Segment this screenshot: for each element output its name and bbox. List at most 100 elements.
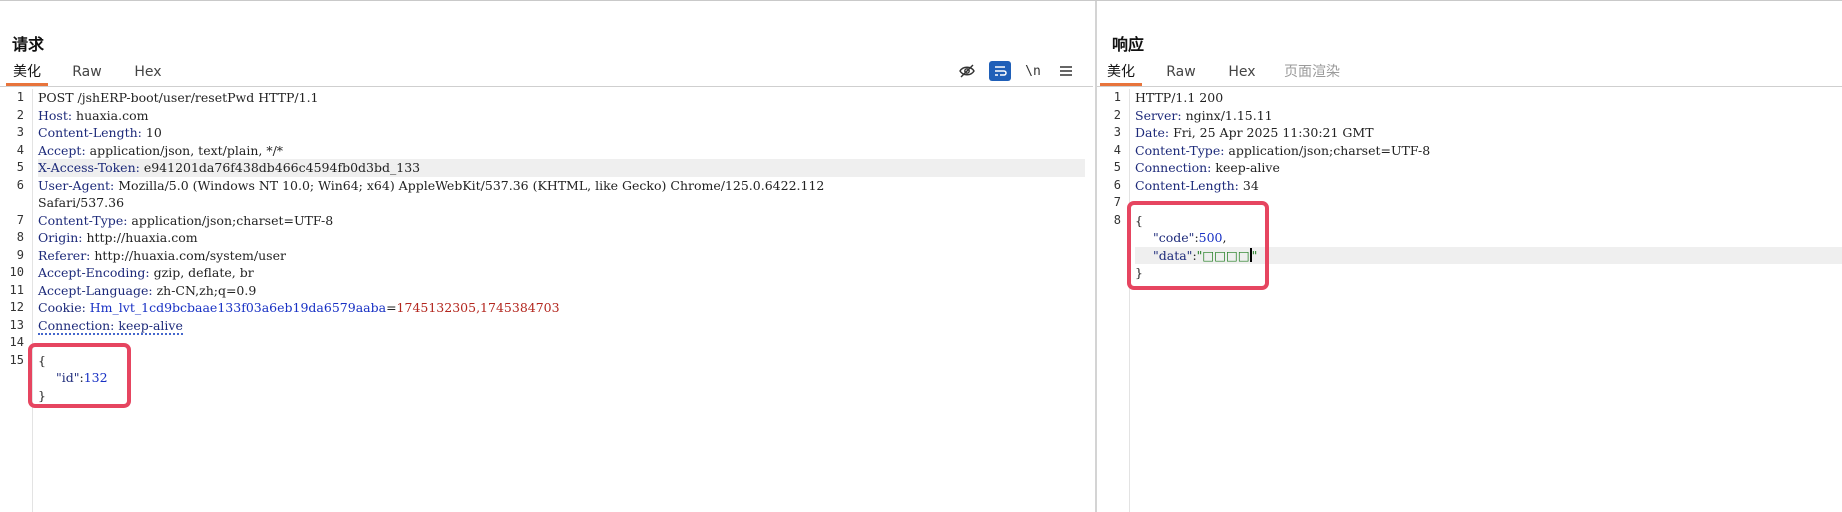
cookie-value: 1745132305,1745384703: [396, 300, 560, 315]
cookie-equals: =: [386, 300, 397, 315]
header-key: Cookie:: [38, 300, 86, 315]
body-close-brace: }: [38, 387, 46, 403]
line-number: 15: [9, 352, 24, 367]
word-wrap-icon[interactable]: [989, 61, 1011, 81]
header-value: nginx/1.15.11: [1181, 107, 1273, 123]
request-line-text: POST /jshERP-boot/user/resetPwd HTTP/1.1: [38, 90, 319, 105]
line-number: 14: [9, 335, 24, 349]
line-number: 3: [16, 125, 24, 139]
header-line: Connection: keep-alive: [38, 317, 1085, 335]
header-value: zh-CN,zh;q=0.9: [152, 282, 257, 298]
body-id-line: "id":132: [38, 369, 1085, 387]
header-line: Host: huaxia.com: [38, 107, 1085, 125]
header-key: Content-Type:: [38, 212, 128, 228]
header-value: application/json;charset=UTF-8: [127, 212, 334, 228]
line-number: 13: [9, 317, 24, 332]
line-number: 12: [9, 300, 24, 314]
header-value: application/json;charset=UTF-8: [1224, 142, 1431, 158]
request-tab-hex[interactable]: Hex: [128, 61, 168, 85]
header-key: Accept-Language:: [38, 282, 153, 298]
line-number: 9: [16, 247, 24, 262]
header-key: Origin:: [38, 230, 83, 245]
response-tab-raw[interactable]: Raw: [1160, 61, 1202, 85]
header-line: Accept-Encoding: gzip, deflate, br: [38, 264, 1085, 282]
newline-toggle-button[interactable]: \n: [1022, 61, 1044, 81]
line-number: 4: [16, 142, 24, 157]
header-value-wrap: Safari/537.36: [38, 195, 125, 210]
header-value: Mozilla/5.0 (Windows NT 10.0; Win64; x64…: [114, 177, 825, 193]
header-line: Date: Fri, 25 Apr 2025 11:30:21 GMT: [1135, 124, 1832, 142]
header-key: Connection:: [1135, 160, 1212, 175]
response-line-gutter: 1 2 3 4 5 6 7 8: [1097, 89, 1130, 512]
response-body-highlight-box: [1127, 201, 1269, 290]
header-line: Referer: http://huaxia.com/system/user: [38, 247, 1085, 265]
header-line: Content-Type: application/json;charset=U…: [38, 212, 1085, 230]
request-pane: 请求 美化 Raw Hex \n 1 2 3 4 5 6 7 8 9 10 11: [0, 1, 1095, 512]
header-line: Accept: application/json, text/plain, */…: [38, 142, 1085, 160]
header-value: gzip, deflate, br: [149, 265, 254, 280]
header-key: Content-Length:: [1135, 177, 1239, 193]
line-number: 10: [9, 265, 24, 279]
line-number: 8: [16, 230, 24, 244]
status-line-text: HTTP/1.1 200: [1135, 90, 1224, 105]
response-editor[interactable]: 1 2 3 4 5 6 7 8 HTTP/1.1 200 Server: ngi…: [1097, 89, 1842, 512]
header-key: Content-Length:: [38, 125, 142, 140]
header-line: Server: nginx/1.15.11: [1135, 107, 1832, 125]
hamburger-menu-icon[interactable]: [1055, 61, 1077, 81]
request-toolbar: \n: [945, 60, 1077, 82]
header-line: Accept-Language: zh-CN,zh;q=0.9: [38, 282, 1085, 300]
request-editor[interactable]: 1 2 3 4 5 6 7 8 9 10 11 12 13 14 15 POST…: [0, 89, 1095, 512]
header-value: keep-alive: [1211, 160, 1280, 175]
header-value: 10: [141, 125, 162, 140]
request-tab-divider: [0, 86, 1093, 87]
header-value: http://huaxia.com: [82, 230, 198, 245]
header-line: Connection: keep-alive: [1135, 159, 1832, 177]
line-number: 5: [1113, 160, 1121, 174]
line-number: 7: [16, 212, 24, 227]
header-value: 34: [1238, 177, 1259, 193]
response-pane: 响应 美化 Raw Hex 页面渲染 1 2 3 4 5 6 7 8 HTTP/…: [1097, 1, 1842, 512]
request-title: 请求: [12, 35, 45, 54]
header-key: User-Agent:: [38, 177, 115, 193]
header-key: Accept:: [38, 142, 86, 158]
request-tab-raw[interactable]: Raw: [66, 61, 108, 85]
header-line: Content-Type: application/json;charset=U…: [1135, 142, 1832, 160]
header-line: User-Agent: Mozilla/5.0 (Windows NT 10.0…: [38, 177, 1085, 195]
header-value: Fri, 25 Apr 2025 11:30:21 GMT: [1169, 125, 1374, 140]
status-line: HTTP/1.1 200: [1135, 89, 1832, 107]
line-number: 1: [1113, 90, 1121, 104]
line-number: 2: [1113, 107, 1121, 122]
request-tab-pretty[interactable]: 美化: [6, 61, 48, 86]
header-value: application/json, text/plain, */*: [85, 142, 284, 158]
header-line: Origin: http://huaxia.com: [38, 229, 1085, 247]
header-key: Content-Type:: [1135, 142, 1225, 158]
header-key: Connection: keep-alive: [38, 317, 183, 335]
response-tab-pretty[interactable]: 美化: [1100, 61, 1142, 86]
line-number: 11: [9, 282, 24, 297]
body-open-brace: {: [38, 352, 46, 368]
header-line-highlighted: X-Access-Token: e941201da76f438db466c459…: [38, 159, 1085, 177]
line-number: 6: [16, 177, 24, 192]
line-number: 4: [1113, 142, 1121, 157]
line-number: 8: [1113, 212, 1121, 227]
line-number: 6: [1113, 177, 1121, 192]
line-number: 2: [16, 107, 24, 122]
header-key: Server:: [1135, 107, 1182, 123]
response-tab-render[interactable]: 页面渲染: [1279, 61, 1345, 85]
cookie-name: Hm_lvt_1cd9bcbaae133f03a6eb19da6579aaba: [89, 300, 387, 315]
line-number: 5: [16, 160, 24, 174]
eye-off-icon[interactable]: [956, 61, 978, 81]
header-key: Accept-Encoding:: [38, 265, 150, 280]
header-key: Referer:: [38, 247, 91, 263]
header-value: huaxia.com: [72, 107, 149, 123]
response-tab-hex[interactable]: Hex: [1222, 61, 1262, 85]
line-number: 3: [1113, 125, 1121, 139]
header-line: Content-Length: 10: [38, 124, 1085, 142]
line-number: 7: [1113, 195, 1121, 209]
request-line-gutter: 1 2 3 4 5 6 7 8 9 10 11 12 13 14 15: [0, 89, 33, 512]
response-tab-divider: [1097, 86, 1842, 87]
response-title: 响应: [1112, 35, 1145, 54]
header-value: e941201da76f438db466c4594fb0d3bd_133: [139, 160, 421, 175]
header-value: http://huaxia.com/system/user: [90, 247, 286, 263]
